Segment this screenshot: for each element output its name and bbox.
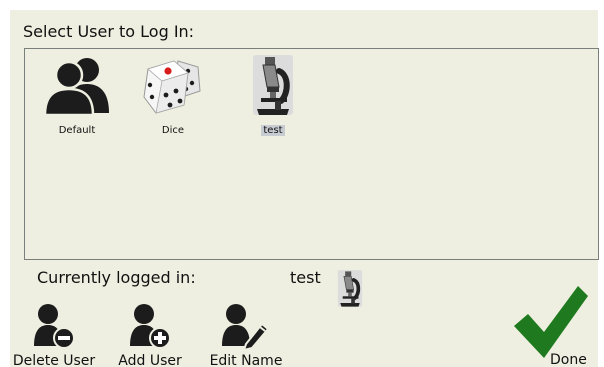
user-edit-icon bbox=[222, 304, 270, 352]
delete-user-button[interactable]: Delete User bbox=[13, 302, 95, 367]
current-user-name: test bbox=[290, 268, 321, 287]
user-name: Default bbox=[58, 125, 96, 136]
user-name: test bbox=[261, 125, 285, 136]
currently-logged-in-label: Currently logged in: bbox=[37, 268, 196, 287]
login-screen: Select User to Log In: Default Dice test… bbox=[0, 0, 604, 367]
user-add-icon bbox=[130, 304, 171, 349]
add-user-button[interactable]: Add User bbox=[118, 302, 182, 367]
user-tile-test[interactable]: test bbox=[227, 53, 319, 143]
dice-icon bbox=[143, 60, 201, 114]
user-remove-icon bbox=[34, 304, 75, 349]
done-button[interactable]: Done bbox=[508, 282, 600, 367]
delete-user-label: Delete User bbox=[12, 353, 96, 367]
page-title: Select User to Log In: bbox=[23, 22, 195, 41]
edit-name-button[interactable]: Edit Name bbox=[210, 302, 282, 367]
users-icon bbox=[43, 58, 109, 117]
user-tile-default[interactable]: Default bbox=[31, 53, 123, 143]
microscope-icon bbox=[337, 270, 363, 307]
user-name: Dice bbox=[161, 125, 185, 136]
user-tile-dice[interactable]: Dice bbox=[127, 53, 219, 143]
add-user-label: Add User bbox=[118, 353, 182, 367]
microscope-icon bbox=[253, 55, 293, 115]
done-label: Done bbox=[550, 352, 587, 367]
user-list: Default Dice test bbox=[24, 48, 599, 260]
checkmark-icon bbox=[514, 286, 588, 358]
edit-name-label: Edit Name bbox=[209, 353, 283, 367]
